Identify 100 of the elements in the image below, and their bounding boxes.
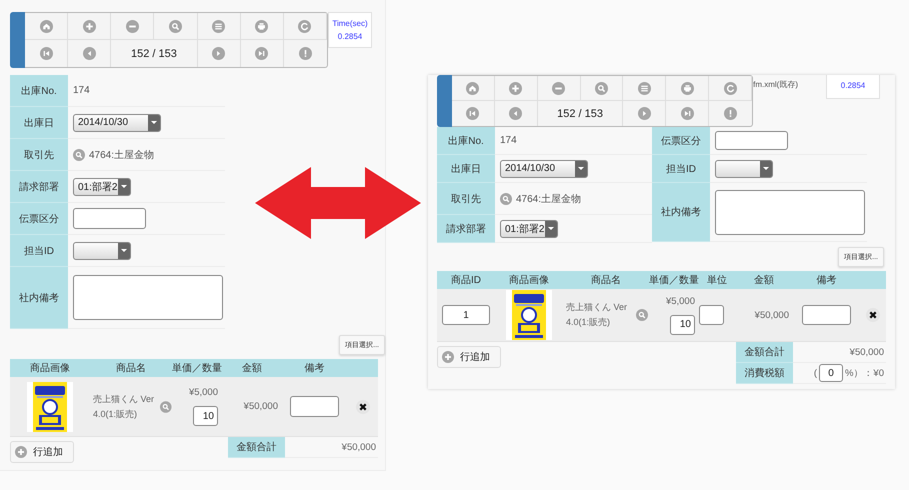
field-label: 取引先 [451, 192, 481, 206]
first-page-icon[interactable] [40, 47, 53, 60]
amount: ¥50,000 [244, 401, 278, 412]
field-value: 174 [73, 85, 90, 96]
timer-label: Time(sec) [332, 18, 368, 30]
field-label: 担当ID [666, 162, 696, 176]
note-input[interactable] [802, 305, 851, 325]
product-name: 売上猫くん Ver 4.0(1:販売) [93, 392, 154, 421]
minus-icon[interactable] [126, 20, 139, 32]
list-icon[interactable] [212, 20, 226, 32]
refresh-icon[interactable] [724, 82, 737, 94]
search-icon[interactable] [594, 82, 608, 94]
field-label: 出庫日 [451, 162, 481, 176]
list-icon[interactable] [638, 82, 651, 94]
dropdown[interactable] [73, 242, 131, 260]
field-label: 伝票区分 [19, 212, 59, 226]
last-page-icon[interactable] [255, 47, 268, 60]
delete-icon[interactable] [356, 400, 370, 414]
first-page-icon[interactable] [466, 107, 480, 120]
next-icon[interactable] [212, 47, 226, 60]
text-input[interactable] [715, 131, 788, 150]
field-value: 174 [500, 135, 517, 146]
text-area[interactable] [73, 275, 223, 320]
field-label: 担当ID [24, 244, 54, 258]
unit-price: ¥5,000 [188, 387, 218, 398]
home-icon[interactable] [466, 82, 480, 94]
client-name: 4764:土屋金物 [516, 192, 582, 206]
dropdown[interactable]: 2014/10/30 [500, 160, 588, 178]
page-counter: 152 / 153 [130, 48, 177, 60]
field-label: 請求部署 [19, 180, 59, 194]
summary-label: 金額合計 [744, 346, 784, 359]
search-icon[interactable] [168, 20, 182, 32]
add-row-button[interactable]: 行追加 [10, 441, 74, 463]
print-icon[interactable] [255, 20, 268, 32]
dropdown[interactable]: 01:部署2 [500, 220, 558, 238]
add-row-button[interactable]: 行追加 [437, 346, 501, 368]
dropdown[interactable] [715, 160, 773, 178]
exclamation-icon[interactable] [724, 107, 738, 120]
search-icon[interactable] [500, 192, 512, 204]
text-input[interactable] [73, 208, 146, 229]
print-icon[interactable] [680, 82, 694, 94]
search-icon[interactable] [636, 309, 648, 321]
field-label: 社内備考 [661, 206, 701, 219]
refresh-icon[interactable] [298, 20, 312, 32]
timer-value: 0.2854 [338, 31, 362, 43]
tax-rate-input[interactable]: 0 [818, 364, 843, 382]
minus-icon[interactable] [552, 82, 566, 94]
client-name: 4764:土屋金物 [89, 148, 154, 162]
quantity-input[interactable]: 10 [193, 406, 218, 426]
column-header: 単価／数量 [649, 274, 699, 287]
column-header: 商品画像 [509, 274, 549, 287]
product-name: 売上猫くん Ver 4.0(1:販売) [566, 301, 628, 329]
dropdown[interactable]: 01:部署2 [73, 178, 131, 196]
last-page-icon[interactable] [680, 107, 694, 120]
column-header: 備考 [304, 362, 324, 375]
plus-icon[interactable] [509, 82, 522, 94]
field-label: 出庫No. [448, 134, 484, 148]
product-id-input[interactable]: 1 [442, 305, 490, 325]
plus-icon [442, 351, 454, 363]
summary-label: 消費税額 [744, 366, 784, 380]
note-input[interactable] [290, 396, 339, 417]
column-header: 金額 [242, 362, 262, 375]
toolbar-accent-bar [437, 75, 452, 127]
unit-price: ¥5,000 [666, 296, 695, 306]
field-label: 請求部署 [446, 222, 486, 236]
column-header: 金額 [754, 274, 774, 287]
column-header: 商品名 [116, 362, 146, 375]
column-header: 単価／数量 [172, 362, 222, 375]
next-icon[interactable] [638, 107, 651, 120]
field-label: 社内備考 [19, 292, 59, 304]
search-icon[interactable] [160, 400, 172, 412]
previous-icon[interactable] [82, 47, 96, 60]
file-label: fm.xml(既存) [753, 79, 798, 90]
dropdown[interactable]: 2014/10/30 [73, 114, 161, 132]
total-amount: ¥50,000 [342, 442, 376, 452]
field-label: 伝票区分 [661, 134, 701, 148]
previous-icon[interactable] [509, 107, 522, 120]
exclamation-icon[interactable] [298, 47, 312, 60]
unit-input[interactable] [699, 305, 724, 325]
timer-value: 0.2854 [840, 80, 866, 92]
home-icon[interactable] [40, 20, 53, 32]
column-header: 商品名 [591, 274, 621, 287]
search-icon[interactable] [73, 148, 85, 160]
toolbar-accent-bar [10, 12, 25, 68]
delete-icon[interactable] [866, 308, 880, 322]
amount: ¥50,000 [754, 310, 789, 320]
tax-amount: %）：¥0 [844, 366, 884, 380]
field-label: 出庫日 [24, 116, 54, 130]
summary-label: 金額合計 [236, 440, 276, 454]
plus-icon [15, 446, 27, 458]
column-header: 商品画像 [30, 362, 70, 375]
field-label: 出庫No. [21, 84, 57, 98]
quantity-input[interactable]: 10 [670, 314, 695, 334]
field-label: 取引先 [24, 148, 54, 162]
column-header: 商品ID [451, 274, 481, 287]
column-header: 単位 [707, 274, 727, 287]
column-header: 備考 [816, 274, 836, 287]
text-area[interactable] [715, 190, 865, 234]
total-amount: ¥50,000 [850, 346, 884, 358]
plus-icon[interactable] [82, 20, 96, 32]
